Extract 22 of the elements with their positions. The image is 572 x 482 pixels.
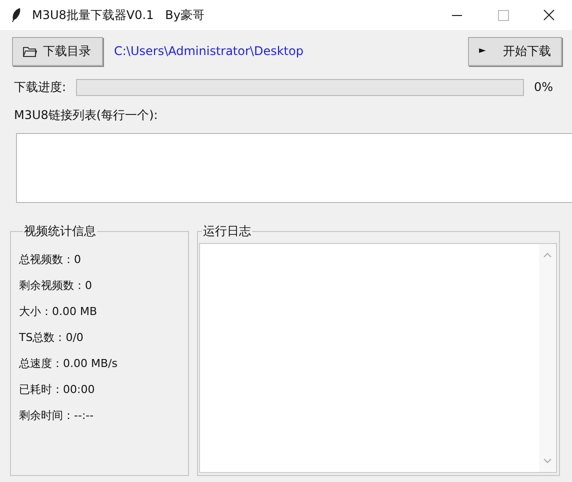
- window-title: M3U8批量下载器V0.1 By豪哥: [32, 6, 206, 24]
- path-text: C:\Users\Administrator\Desktop: [114, 44, 304, 58]
- progress-label: 下载进度:: [14, 78, 66, 96]
- stat-text: 已耗时：00:00: [19, 382, 96, 398]
- stat-text: 剩余时间：--:--: [19, 408, 95, 424]
- links-field[interactable]: [16, 133, 572, 203]
- log-title: 运行日志: [202, 223, 252, 240]
- scroll-down-icon[interactable]: [543, 458, 552, 464]
- folder-button[interactable]: 下载目录: [12, 36, 103, 66]
- progress-reading: 0%: [534, 80, 554, 94]
- start-button[interactable]: ► 开始下载: [468, 36, 562, 66]
- stat-text: 大小：0.00 MB: [19, 304, 98, 320]
- scroll-up-icon[interactable]: [543, 252, 552, 258]
- stat-text: TS总数：0/0: [19, 330, 84, 346]
- scrollbar[interactable]: [539, 244, 556, 472]
- stat-text: 总速度：0.00 MB/s: [19, 356, 118, 372]
- links-label: M3U8链接列表(每行一个):: [13, 107, 159, 124]
- stats-title: 视频统计信息: [23, 223, 97, 240]
- folder-icon: [23, 46, 37, 56]
- stat-text: 总视频数：0: [19, 252, 82, 268]
- stat-text: 剩余视频数：0: [19, 278, 93, 294]
- feather-icon: [10, 7, 22, 23]
